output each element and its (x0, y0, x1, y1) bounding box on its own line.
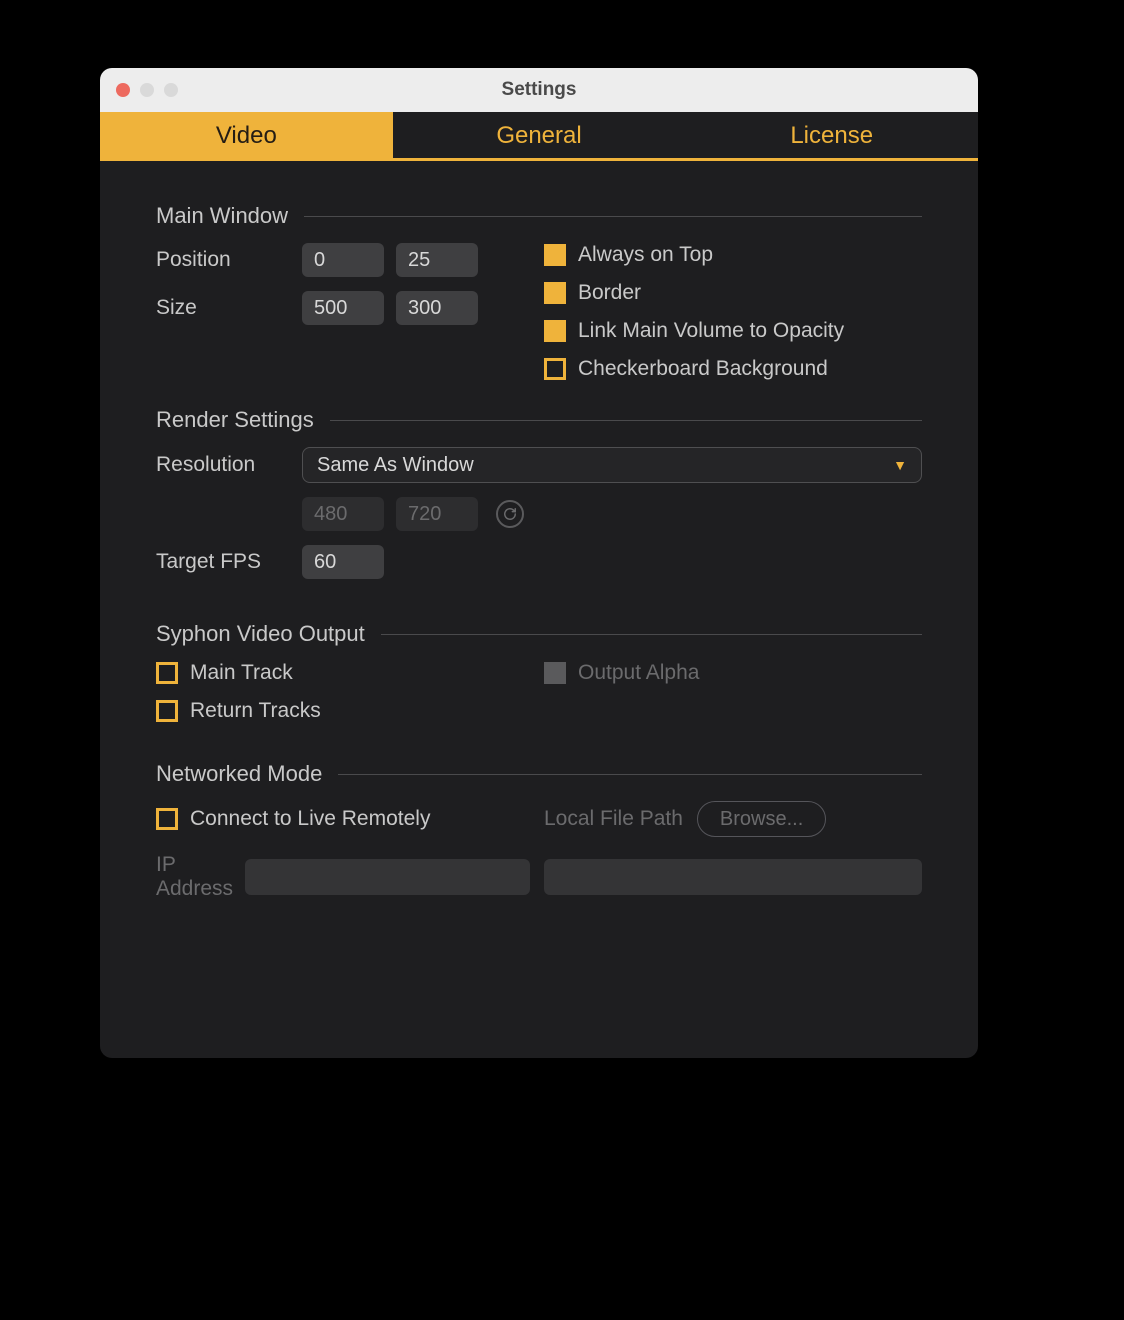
tab-video[interactable]: Video (100, 112, 393, 158)
section-heading: Networked Mode (156, 761, 322, 787)
tab-general[interactable]: General (393, 112, 686, 158)
content: Main Window Position Size Always (100, 161, 978, 931)
checkbox-label: Output Alpha (578, 661, 699, 685)
checkbox-label: Main Track (190, 661, 293, 685)
divider (304, 216, 922, 217)
window-title: Settings (100, 79, 978, 101)
traffic-lights (100, 83, 178, 97)
local-file-path-input[interactable] (544, 859, 922, 895)
resolution-label: Resolution (156, 453, 290, 477)
main-track-checkbox[interactable]: Main Track (156, 661, 526, 685)
checkbox-icon (544, 320, 566, 342)
checkbox-icon (544, 282, 566, 304)
browse-button[interactable]: Browse... (697, 801, 826, 837)
link-volume-checkbox[interactable]: Link Main Volume to Opacity (544, 319, 922, 343)
titlebar: Settings (100, 68, 978, 112)
divider (381, 634, 922, 635)
return-tracks-checkbox[interactable]: Return Tracks (156, 699, 526, 723)
size-label: Size (156, 296, 290, 320)
local-file-path-label: Local File Path (544, 807, 683, 831)
fps-label: Target FPS (156, 550, 290, 574)
border-checkbox[interactable]: Border (544, 281, 922, 305)
section-main-window: Main Window (156, 203, 922, 229)
checkbox-label: Border (578, 281, 641, 305)
divider (330, 420, 922, 421)
maximize-icon[interactable] (164, 83, 178, 97)
checkbox-icon (156, 662, 178, 684)
output-alpha-checkbox: Output Alpha (544, 661, 922, 685)
tab-license[interactable]: License (685, 112, 978, 158)
section-render-settings: Render Settings (156, 407, 922, 433)
checkbox-icon (156, 808, 178, 830)
checkbox-icon (156, 700, 178, 722)
position-label: Position (156, 248, 290, 272)
position-y-input[interactable] (396, 243, 478, 277)
res-h-input[interactable] (396, 497, 478, 531)
browse-label: Browse... (720, 808, 803, 831)
res-w-input[interactable] (302, 497, 384, 531)
settings-window: Settings Video General License Main Wind… (100, 68, 978, 1058)
close-icon[interactable] (116, 83, 130, 97)
divider (338, 774, 922, 775)
checkbox-label: Return Tracks (190, 699, 321, 723)
section-heading: Syphon Video Output (156, 621, 365, 647)
position-x-input[interactable] (302, 243, 384, 277)
size-w-input[interactable] (302, 291, 384, 325)
checkbox-label: Checkerboard Background (578, 357, 828, 381)
select-value: Same As Window (317, 454, 474, 477)
section-heading: Render Settings (156, 407, 314, 433)
section-syphon: Syphon Video Output (156, 621, 922, 647)
checkbox-label: Always on Top (578, 243, 713, 267)
resolution-select[interactable]: Same As Window ▼ (302, 447, 922, 483)
checkerboard-checkbox[interactable]: Checkerboard Background (544, 357, 922, 381)
refresh-icon[interactable] (496, 500, 524, 528)
checkbox-label: Link Main Volume to Opacity (578, 319, 844, 343)
section-heading: Main Window (156, 203, 288, 229)
checkbox-icon (544, 244, 566, 266)
minimize-icon[interactable] (140, 83, 154, 97)
checkbox-icon (544, 358, 566, 380)
always-on-top-checkbox[interactable]: Always on Top (544, 243, 922, 267)
chevron-down-icon: ▼ (893, 457, 907, 473)
size-h-input[interactable] (396, 291, 478, 325)
ip-address-label: IP Address (156, 853, 233, 901)
checkbox-icon (544, 662, 566, 684)
fps-input[interactable] (302, 545, 384, 579)
ip-address-input[interactable] (245, 859, 530, 895)
checkbox-label: Connect to Live Remotely (190, 807, 430, 831)
connect-remote-checkbox[interactable]: Connect to Live Remotely (156, 807, 430, 831)
tabs: Video General License (100, 112, 978, 161)
section-networked-mode: Networked Mode (156, 761, 922, 787)
